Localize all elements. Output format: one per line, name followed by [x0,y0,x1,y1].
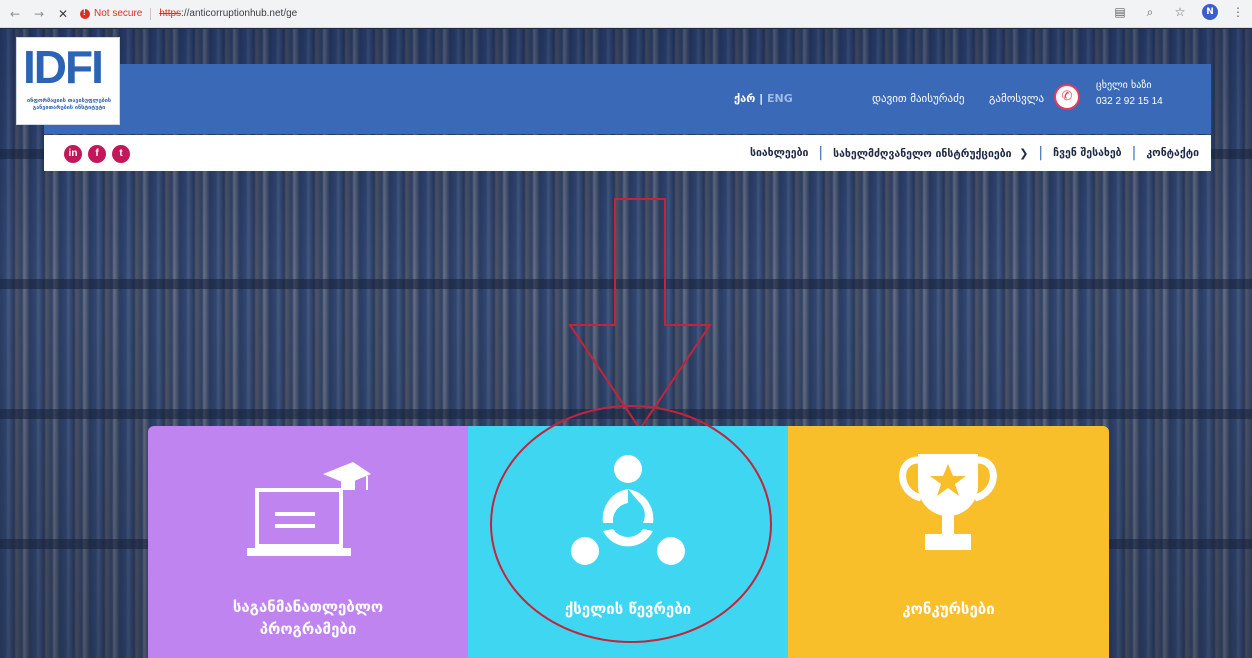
address-bar[interactable]: Not secure https ://anticorruptionhub.ne… [80,4,297,24]
card-label-line1: საგანმანათლებლო [232,598,384,616]
logout-link[interactable]: გამოსვლა [989,92,1044,105]
lang-ka[interactable]: ქარ [734,92,755,105]
star-icon[interactable]: ☆ [1172,4,1188,20]
card-label-line2: პროგრამები [259,620,357,638]
nav-menu: სიახლეები | სახელმძღვანელო ინსტრუქციები … [750,135,1199,171]
main-navbar: in f t სიახლეები | სახელმძღვანელო ინსტრუ… [44,135,1211,171]
zoom-icon[interactable]: ⌕ [1142,4,1158,20]
twitter-icon[interactable]: t [112,145,130,163]
nav-item-guides-label: სახელმძღვანელო ინსტრუქციები [833,147,1012,160]
card-educational-programs[interactable]: საგანმანათლებლო პროგრამები [148,426,468,658]
profile-avatar[interactable]: N [1202,4,1218,20]
facebook-icon[interactable]: f [88,145,106,163]
chevron-down-icon: ❯ [1019,146,1029,160]
phone-icon: ✆ [1054,84,1080,110]
security-status[interactable]: Not secure [94,8,142,19]
nav-separator: | [1131,145,1137,161]
back-icon[interactable]: ← [6,5,24,23]
site-header: ქარ | ENG დავით მაისურაძე გამოსვლა ✆ ცხე… [44,64,1211,134]
lang-en[interactable]: ENG [767,92,793,105]
page-background: ქარ | ENG დავით მაისურაძე გამოსვლა ✆ ცხე… [0,29,1252,658]
user-name[interactable]: დავით მაისურაძე [872,92,964,105]
annotation-arrow [568,198,712,431]
hotline-label: ცხელი ხაზი [1096,80,1152,91]
language-switcher: ქარ | ENG [734,92,793,105]
nav-separator: | [1038,145,1044,161]
laptop-graduation-icon [247,462,371,556]
logo-subtitle: ინფორმაციის თავისუფლების განვითარების ინ… [27,98,111,111]
nav-separator: | [818,145,824,161]
lang-separator: | [759,92,764,105]
nav-item-about[interactable]: ჩვენ შესახებ [1053,147,1121,159]
url-scheme: https [159,8,182,19]
logo-text: IDFI [23,41,104,93]
trophy-icon [899,454,997,550]
nav-item-news[interactable]: სიახლეები [750,147,808,159]
url-path: ://anticorruptionhub.net/ge [181,8,298,19]
translate-icon[interactable]: ▤ [1112,4,1128,20]
annotation-ellipse [490,405,772,643]
card-competitions[interactable]: კონკურსები [788,426,1109,658]
forward-icon[interactable]: → [30,5,48,23]
browser-toolbar: ← → ✕ Not secure https ://anticorruption… [0,0,1252,28]
warning-icon[interactable] [80,8,90,19]
menu-icon[interactable]: ⋮ [1232,5,1244,19]
linkedin-icon[interactable]: in [64,145,82,163]
hotline-number: 032 2 92 15 14 [1096,96,1163,107]
nav-item-contact[interactable]: კონტაქტი [1146,147,1199,159]
divider [150,7,152,20]
stop-icon[interactable]: ✕ [54,5,72,23]
nav-item-guides[interactable]: სახელმძღვანელო ინსტრუქციები ❯ [833,147,1028,160]
card-label-line1: კონკურსები [902,600,995,618]
site-logo[interactable]: IDFI ინფორმაციის თავისუფლების განვითარებ… [16,37,120,125]
